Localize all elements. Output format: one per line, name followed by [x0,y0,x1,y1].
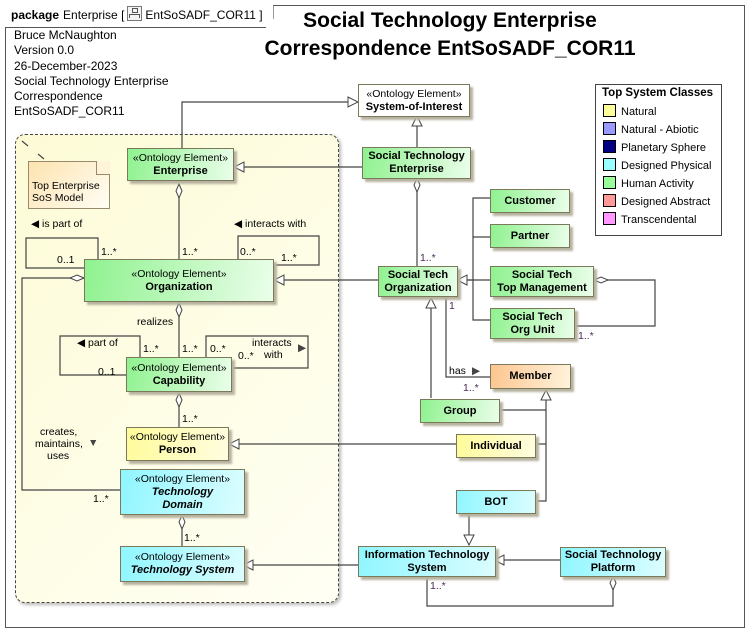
class-customer[interactable]: Customer [490,189,570,213]
multiplicity: 0..1 [57,254,75,266]
multiplicity: 1..* [143,343,159,355]
class-bot[interactable]: BOT [456,490,536,514]
class-name: Partner [510,229,550,242]
class-technology-system[interactable]: «Ontology Element» Technology System [120,546,245,582]
stereotype: «Ontology Element» [132,151,229,164]
class-name: Member [509,370,552,382]
stereotype: «Ontology Element» [131,267,227,280]
class-organization[interactable]: «Ontology Element» Organization [84,259,274,302]
multiplicity: 1..* [420,252,436,264]
class-member[interactable]: Member [490,364,571,389]
multiplicity: 1..* [93,493,109,505]
multiplicity: 1..* [182,246,198,258]
class-individual[interactable]: Individual [456,434,536,458]
class-name-line-2: System [407,561,447,574]
sto-subclass-tree [457,197,490,321]
class-name: BOT [484,495,508,508]
multiplicity: 1..* [578,330,594,342]
class-name: Customer [504,194,556,207]
class-name-line-2: Platform [590,562,636,574]
class-social-tech-organization[interactable]: Social Tech Organization [378,266,458,297]
note-fold-corner [96,161,110,175]
label-uses: uses [47,450,70,462]
class-capability[interactable]: «Ontology Element» Capability [126,357,232,392]
class-name: System-of-Interest [365,100,463,113]
note-anchor [21,140,45,160]
stereotype: «Ontology Element» [134,472,231,485]
class-person[interactable]: «Ontology Element» Person [126,427,229,461]
multiplicity: 1..* [101,246,117,258]
note-text-line-1: Top Enterprise [32,180,100,192]
class-name-line-1: Social Technology [368,150,465,162]
label-is-part-of: ◀ is part of [31,218,83,230]
class-name: Technology System [130,564,235,576]
multiplicity: 1..* [463,382,479,394]
label-part-of: ◀ part of [77,337,118,349]
class-name-line-2: Enterprise [389,163,444,175]
class-name: Enterprise [153,164,208,177]
stereotype: «Ontology Element» [366,87,462,100]
multiplicity: 1..* [430,580,446,592]
class-group[interactable]: Group [420,399,500,423]
label-interacts-line-1: interacts [252,337,292,349]
stereotype: «Ontology Element» [129,431,226,443]
class-information-technology-system[interactable]: Information Technology System [358,546,496,577]
class-name: Capability [152,374,206,387]
label-realizes: realizes [137,316,174,328]
class-name-line-1: Social Tech [511,268,573,281]
multiplicity: 1..* [184,532,200,544]
multiplicity: 0..* [210,343,226,355]
multiplicity: 1..* [281,252,297,264]
multiplicity: 0..1 [98,366,116,378]
label-has: has [449,365,466,377]
label-interacts-with: ◀ interacts with [234,218,307,230]
multiplicity: 0..* [240,246,256,258]
class-name-line-1: Information Technology [364,548,490,561]
class-diagram: package Enterprise [EntSoSADF_COR11 ] Bru… [0,0,752,634]
direction-arrow-icon: ▶ [472,365,481,377]
direction-arrow-icon: ▶ [298,342,307,354]
direction-arrow-icon: ▼ [88,437,99,449]
class-social-tech-org-unit[interactable]: Social Tech Org Unit [490,308,575,339]
class-name-line-1: Social Tech [502,310,563,323]
class-name-line-2: Domain [162,498,203,511]
class-name: Organization [145,280,213,293]
enterprise-generalization [181,102,358,148]
class-name-line-1: Technology [151,485,214,498]
class-enterprise[interactable]: «Ontology Element» Enterprise [127,148,234,181]
label-creates: creates, [40,426,78,438]
multiplicity: 1..* [182,413,198,425]
org-techdomain-aggregation [21,278,120,491]
stp-its-aggregation [426,576,613,607]
class-social-technology-enterprise[interactable]: Social Technology Enterprise [362,147,471,179]
stereotype: «Ontology Element» [134,551,231,563]
class-name-line-1: Social Technology [564,549,662,561]
multiplicity: 1..* [182,343,198,355]
class-name-line-2: Org Unit [510,323,555,336]
label-interacts-line-2: with [264,349,283,361]
multiplicity: 1 [449,300,455,312]
multiplicity: 0..* [238,350,254,362]
class-name: Group [443,404,477,417]
class-technology-domain[interactable]: «Ontology Element» Technology Domain [120,469,245,515]
note-text-line-2: SoS Model [32,192,84,204]
class-system-of-interest[interactable]: «Ontology Element» System-of-Interest [358,84,470,117]
label-maintains: maintains, [35,438,83,450]
class-social-technology-platform[interactable]: Social Technology Platform [560,547,666,577]
class-social-tech-top-management[interactable]: Social Tech Top Management [490,266,594,297]
class-name: Individual [470,439,522,452]
class-name-line-1: Social Tech [387,268,449,281]
class-name: Person [158,444,197,456]
stereotype: «Ontology Element» [131,361,227,374]
class-name-line-2: Top Management [497,281,587,294]
class-partner[interactable]: Partner [490,224,570,248]
class-name-line-2: Organization [384,281,452,294]
